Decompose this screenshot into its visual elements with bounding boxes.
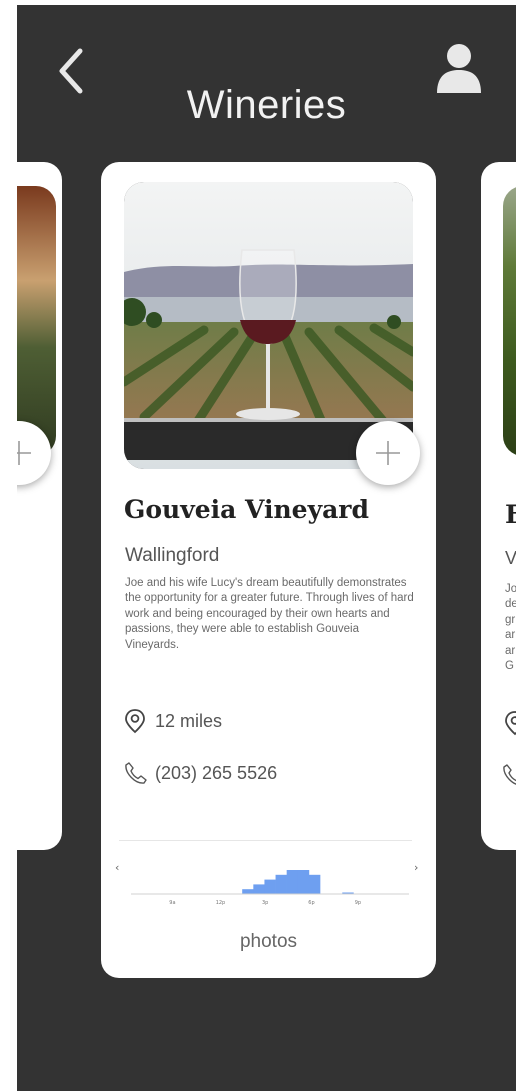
distance-row: 12 miles — [123, 708, 222, 734]
user-icon — [437, 44, 481, 93]
chart-bar — [275, 874, 287, 894]
chart-bar — [286, 870, 299, 894]
chart-prev-icon[interactable]: ‹ — [115, 861, 119, 874]
plus-icon — [376, 441, 400, 465]
chart-bar — [264, 879, 276, 894]
divider — [119, 840, 412, 841]
popular-times-chart-svg: ‹ › 9a 12p 3p 6p 9p — [115, 861, 418, 906]
plus-icon — [17, 441, 31, 465]
phone-icon — [503, 764, 516, 785]
winery-card-previous[interactable]: . — [17, 162, 62, 850]
winery-name: F — [505, 500, 516, 529]
popular-times-chart: ‹ › 9a 12p 3p 6p 9p — [111, 852, 426, 914]
desc-line: ar — [505, 644, 516, 657]
phone-number[interactable]: (203) 265 5526 — [155, 763, 277, 784]
winery-name: Gouveia Vineyard — [124, 495, 369, 524]
winery-description: Jo de gr ar ar G — [505, 582, 516, 674]
distance-text: 12 miles — [155, 710, 223, 731]
chart-bar — [242, 889, 254, 894]
profile-button[interactable] — [435, 41, 483, 99]
winery-description: Joe and his wife Lucy's dream beautifull… — [125, 577, 414, 651]
desc-line: gr — [505, 613, 516, 626]
phone-icon — [125, 762, 147, 784]
winery-photo — [17, 186, 56, 456]
desc-line: G — [505, 660, 514, 673]
photos-link[interactable]: photos — [101, 931, 436, 953]
winery-city: Wallingford — [125, 545, 220, 566]
app-screen: Wineries . F V Jo de gr ar ar G — [17, 5, 516, 1091]
chart-bar — [308, 874, 321, 894]
chart-tick-label: 9a — [169, 900, 175, 906]
winery-card[interactable]: Gouveia Vineyard Wallingford Joe and his… — [101, 162, 436, 978]
location-pin-icon — [125, 709, 145, 734]
location-pin-icon — [505, 711, 516, 736]
desc-line: Jo — [505, 583, 516, 595]
chart-bar — [253, 884, 265, 894]
chart-tick-label: 3p — [262, 900, 268, 906]
winery-photo — [503, 186, 516, 456]
chart-next-icon[interactable]: › — [414, 861, 418, 874]
chart-tick-label: 6p — [308, 900, 314, 906]
desc-line: de — [505, 598, 516, 611]
chart-bar — [297, 870, 310, 894]
winery-city: V — [505, 548, 516, 568]
phone-row[interactable]: (203) 265 5526 — [123, 760, 277, 786]
chart-tick-label: 12p — [216, 900, 226, 906]
desc-line: ar — [505, 629, 516, 642]
winery-card-next[interactable]: F V Jo de gr ar ar G — [481, 162, 516, 850]
chart-tick-label: 9p — [355, 900, 361, 906]
add-winery-button[interactable] — [356, 421, 420, 485]
